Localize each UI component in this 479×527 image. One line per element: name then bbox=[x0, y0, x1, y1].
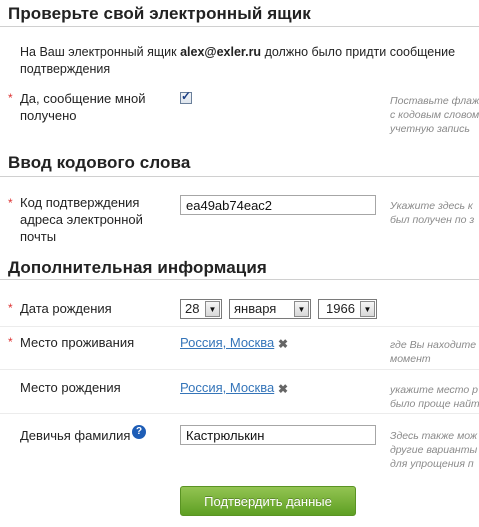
section-divider bbox=[0, 26, 479, 27]
maiden-name-hint-line3: для упрощения п bbox=[390, 458, 474, 470]
received-checkbox[interactable]: ✓ bbox=[180, 89, 192, 104]
confirmation-code-hint-line2: был получен по з bbox=[390, 214, 475, 226]
maiden-name-label: Девичья фамилия bbox=[20, 428, 131, 443]
birth-place-hint-line1: укажите место р bbox=[390, 384, 479, 396]
birth-day-value: 28 bbox=[185, 301, 200, 316]
birth-month-select[interactable]: января ▼ bbox=[229, 299, 311, 319]
birth-date-label: Дата рождения bbox=[20, 301, 112, 316]
section-divider bbox=[0, 176, 479, 177]
birth-place-hint-line2: было проще найт bbox=[390, 398, 479, 410]
received-hint-line2: с кодовым словом bbox=[390, 109, 479, 121]
received-label-line2: получено bbox=[20, 108, 77, 123]
confirmation-code-label-line3: почты bbox=[20, 229, 57, 244]
maiden-name-hint-line1: Здесь также мож bbox=[390, 430, 478, 442]
instructions-text-after: должно было придти сообщение bbox=[264, 45, 456, 59]
chevron-down-icon[interactable]: ▼ bbox=[294, 301, 309, 317]
maiden-name-hint: Здесь также мож другие варианты для упро… bbox=[390, 429, 477, 471]
section-title-code-word: Ввод кодового слова bbox=[8, 153, 191, 172]
submit-button[interactable]: Подтвердить данные bbox=[180, 486, 356, 516]
birth-month-value: января bbox=[234, 301, 277, 316]
confirmation-code-label-line1: Код подтверждения bbox=[20, 195, 140, 210]
required-mark: * bbox=[8, 91, 13, 105]
residence-link[interactable]: Россия, Москва bbox=[180, 335, 274, 350]
instructions-text-before: На Ваш электронный ящик bbox=[20, 45, 177, 59]
checkmark-icon: ✓ bbox=[181, 89, 192, 103]
user-email: alex@exler.ru bbox=[180, 45, 262, 59]
confirmation-code-label-line2: адреса электронной bbox=[20, 212, 143, 227]
required-mark: * bbox=[8, 301, 13, 315]
residence-label: Место проживания bbox=[20, 335, 135, 350]
confirmation-code-hint-line1: Укажите здесь к bbox=[390, 200, 473, 212]
remove-icon[interactable]: ✖ bbox=[278, 382, 288, 396]
birth-place-link[interactable]: Россия, Москва bbox=[180, 380, 274, 395]
birth-place-hint: укажите место р было проще найт bbox=[390, 383, 479, 411]
row-divider bbox=[0, 369, 479, 370]
confirmation-code-input[interactable] bbox=[180, 195, 376, 215]
maiden-name-input[interactable] bbox=[180, 425, 376, 445]
required-mark: * bbox=[8, 335, 13, 349]
confirmation-code-label: Код подтверждения адреса электронной поч… bbox=[20, 194, 143, 245]
section-title-check-email: Проверьте свой электронный ящик bbox=[8, 4, 311, 23]
residence-hint-line2: момент bbox=[390, 353, 431, 365]
section-title-additional: Дополнительная информация bbox=[8, 258, 267, 277]
maiden-name-hint-line2: другие варианты bbox=[390, 444, 478, 456]
confirmation-code-hint: Укажите здесь к был получен по з bbox=[390, 199, 474, 227]
residence-hint-line1: где Вы находите bbox=[390, 339, 477, 351]
received-label-line1: Да, сообщение мной bbox=[20, 91, 146, 106]
instructions-text-line2: подтверждения bbox=[20, 62, 111, 76]
required-mark: * bbox=[8, 196, 13, 210]
row-divider bbox=[0, 326, 479, 327]
row-divider bbox=[0, 413, 479, 414]
received-hint-line1: Поставьте флаж bbox=[390, 95, 479, 107]
email-instructions: На Ваш электронный ящик alex@exler.ru до… bbox=[20, 44, 455, 78]
chevron-down-icon[interactable]: ▼ bbox=[360, 301, 375, 317]
section-divider bbox=[0, 279, 479, 280]
residence-hint: где Вы находите момент bbox=[390, 338, 476, 366]
received-label: Да, сообщение мной получено bbox=[20, 90, 145, 124]
received-hint: Поставьте флаж с кодовым словом учетную … bbox=[390, 94, 479, 136]
received-hint-line3: учетную запись bbox=[390, 123, 470, 135]
birth-day-select[interactable]: 28 ▼ bbox=[180, 299, 222, 319]
help-icon[interactable]: ? bbox=[132, 425, 146, 439]
chevron-down-icon[interactable]: ▼ bbox=[205, 301, 220, 317]
remove-icon[interactable]: ✖ bbox=[278, 337, 288, 351]
birth-year-value: 1966 bbox=[326, 301, 355, 316]
birth-place-label: Место рождения bbox=[20, 380, 121, 395]
birth-year-select[interactable]: 1966 ▼ bbox=[318, 299, 377, 319]
